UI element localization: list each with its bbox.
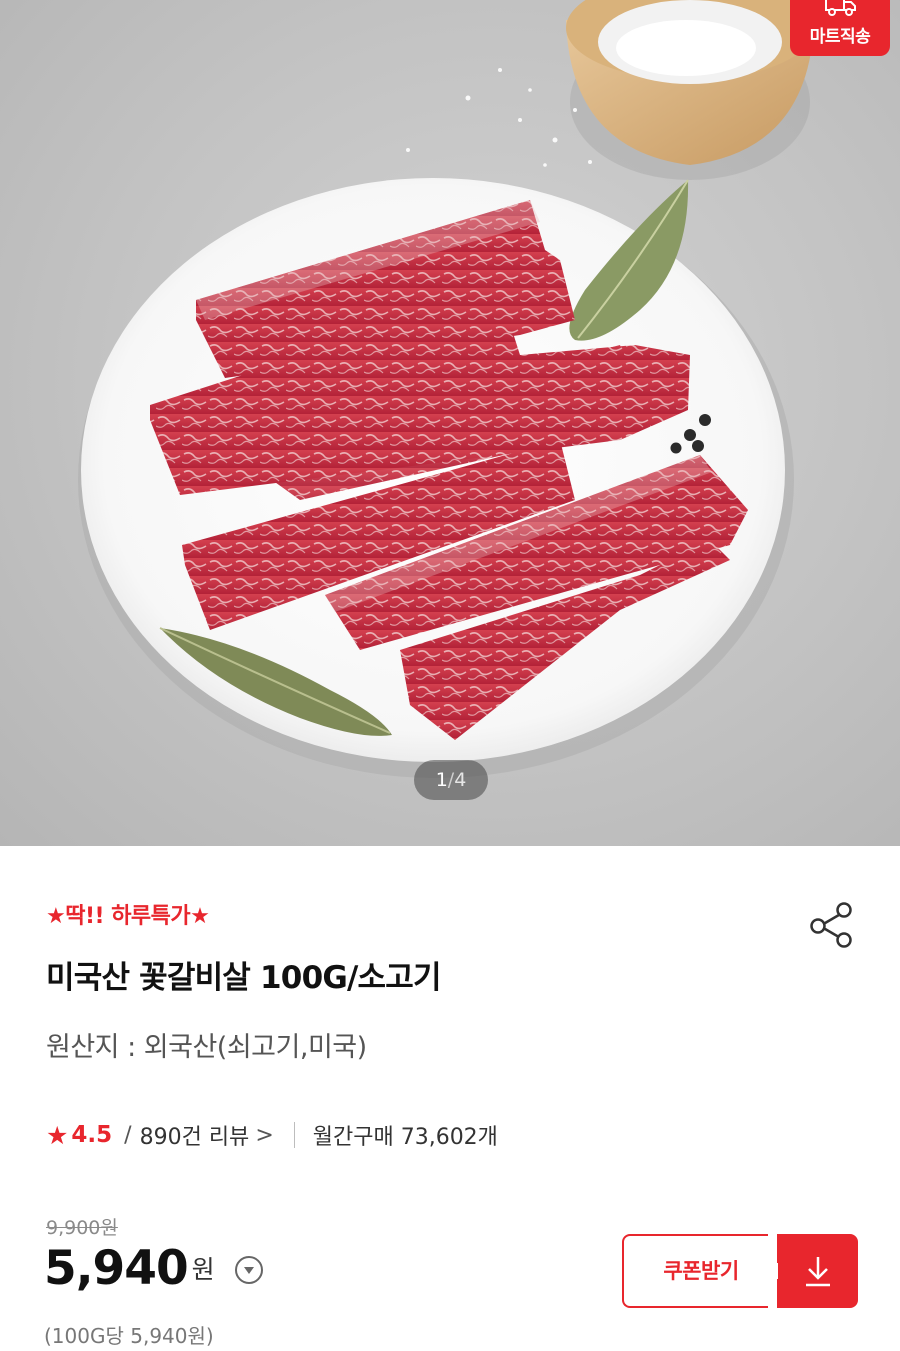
- monthly-purchases: 월간구매 73,602개: [312, 1125, 498, 1150]
- chevron-down-circle-icon[interactable]: [234, 1256, 263, 1284]
- share-button[interactable]: [806, 898, 856, 950]
- pager-current: 1: [435, 769, 448, 791]
- coupon-download-button[interactable]: 쿠폰받기: [622, 1234, 858, 1308]
- current-price: 5,940: [44, 1241, 189, 1296]
- price-row: 5,940 원: [44, 1240, 263, 1298]
- download-area[interactable]: [778, 1234, 858, 1308]
- star-icon: ★: [46, 1120, 69, 1150]
- pager-total: 4: [454, 769, 467, 791]
- currency-label: 원: [191, 1255, 215, 1284]
- share-icon: [810, 902, 852, 948]
- product-origin: 원산지 : 외국산(쇠고기,미국): [46, 1032, 367, 1063]
- chevron-right-icon[interactable]: >: [255, 1123, 273, 1148]
- review-count-link[interactable]: 890건 리뷰: [140, 1119, 250, 1151]
- badge-label: 마트직송: [809, 27, 871, 47]
- rating-score: 4.5: [71, 1122, 113, 1148]
- image-pager: 1/4: [414, 760, 488, 800]
- download-icon: [806, 1257, 830, 1287]
- product-photo: [78, 0, 814, 778]
- rating-separator: /: [124, 1122, 132, 1148]
- divider: [293, 1122, 295, 1148]
- unit-price: (100G당 5,940원): [44, 1324, 214, 1348]
- original-price: 9,900원: [46, 1217, 118, 1239]
- product-title: 미국산 꽃갈비살 100G/소고기: [46, 960, 441, 996]
- mart-delivery-badge: 마트직송: [790, 0, 890, 56]
- rating-row: ★ 4.5 / 890건 리뷰 > 월간구매 73,602개: [46, 1118, 498, 1152]
- product-image-carousel[interactable]: 마트직송 1/4: [0, 0, 900, 846]
- coupon-label: 쿠폰받기: [622, 1234, 778, 1308]
- delivery-truck-icon: [825, 0, 856, 16]
- promo-label: ★딱!! 하루특가★: [46, 904, 210, 929]
